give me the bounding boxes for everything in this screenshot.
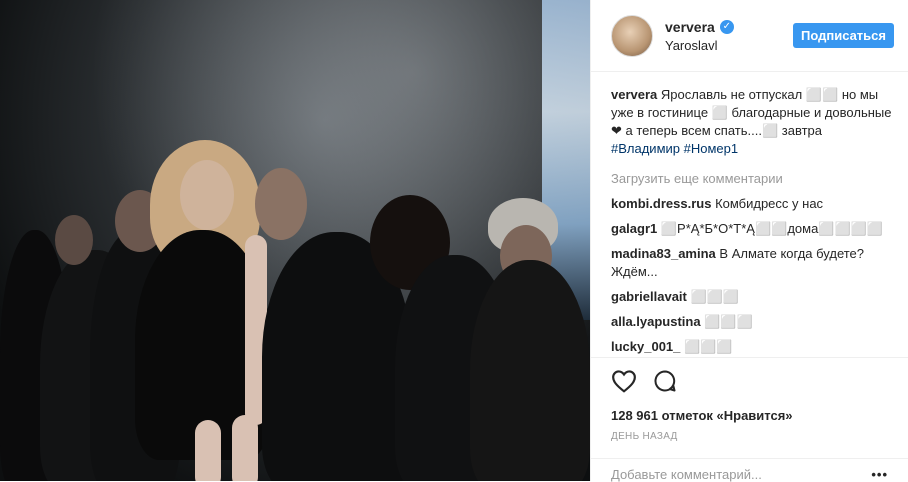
performer-leather-jacket xyxy=(470,260,590,481)
comment-username[interactable]: madina83_amina xyxy=(611,246,716,261)
comment-username[interactable]: kombi.dress.rus xyxy=(611,196,711,211)
performer-head xyxy=(55,215,93,265)
hashtag-link[interactable]: #Владимир xyxy=(611,141,680,156)
comment-text: ⬜⬜⬜ xyxy=(684,339,733,354)
performer-leg xyxy=(195,420,221,481)
post-actions: 128 961 отметок «Нравится» ДЕНЬ НАЗАД xyxy=(591,357,908,442)
comment-item: gabriellavait ⬜⬜⬜ xyxy=(611,288,894,306)
post-photo[interactable] xyxy=(0,0,590,481)
username-row: ververa ✓ xyxy=(665,19,793,35)
likes-count[interactable]: 128 961 отметок «Нравится» xyxy=(611,408,888,423)
comment-icon[interactable] xyxy=(653,369,677,398)
comment-item: alla.lyapustina ⬜⬜⬜ xyxy=(611,313,894,331)
comment-text: ⬜⬜⬜ xyxy=(704,314,753,329)
post-side-panel: ververa ✓ Yaroslavl Подписаться ververa … xyxy=(590,0,908,482)
comment-item: lucky_001_ ⬜⬜⬜ xyxy=(611,338,894,356)
performer-head xyxy=(180,160,234,230)
caption: ververa Ярославль не отпускал ⬜⬜ но мы у… xyxy=(611,86,894,158)
comment-username[interactable]: alla.lyapustina xyxy=(611,314,701,329)
comment-text: ⬜⬜⬜ xyxy=(690,289,740,304)
username-link[interactable]: ververa xyxy=(665,19,715,35)
add-comment-input[interactable]: Добавьте комментарий... xyxy=(611,467,762,482)
comments-section: ververa Ярославль не отпускал ⬜⬜ но мы у… xyxy=(591,72,908,356)
comment-item: galagr1 ⬜Р*Ą*Б*О*Т*Ą⬜⬜дома⬜⬜⬜⬜ xyxy=(611,220,894,238)
caption-username[interactable]: ververa xyxy=(611,87,657,102)
load-more-comments-link[interactable]: Загрузить еще комментарии xyxy=(611,170,894,188)
comment-username[interactable]: galagr1 xyxy=(611,221,657,236)
comment-item: kombi.dress.rus Комбидресс у нас xyxy=(611,195,894,213)
verified-badge-icon: ✓ xyxy=(719,19,734,34)
post-header: ververa ✓ Yaroslavl Подписаться xyxy=(591,0,908,72)
comment-text: Комбидресс у нас xyxy=(715,196,824,211)
post-timestamp[interactable]: ДЕНЬ НАЗАД xyxy=(611,431,888,442)
location-link[interactable]: Yaroslavl xyxy=(665,38,793,53)
comment-text: ⬜Р*Ą*Б*О*Т*Ą⬜⬜дома⬜⬜⬜⬜ xyxy=(660,221,884,236)
action-icons xyxy=(611,369,888,398)
heart-icon[interactable] xyxy=(611,369,637,398)
comment-item: madina83_amina В Алмате когда будете? Жд… xyxy=(611,245,894,281)
comment-username[interactable]: gabriellavait xyxy=(611,289,687,304)
follow-button[interactable]: Подписаться xyxy=(792,23,894,48)
comment-username[interactable]: lucky_001_ xyxy=(611,339,680,354)
performer-head xyxy=(255,168,307,240)
avatar[interactable] xyxy=(611,14,653,57)
post-author: ververa ✓ Yaroslavl xyxy=(665,19,793,53)
add-comment-bar: Добавьте комментарий... ••• xyxy=(591,458,908,482)
hashtag-link[interactable]: #Номер1 xyxy=(684,141,738,156)
more-options-icon[interactable]: ••• xyxy=(871,467,888,482)
